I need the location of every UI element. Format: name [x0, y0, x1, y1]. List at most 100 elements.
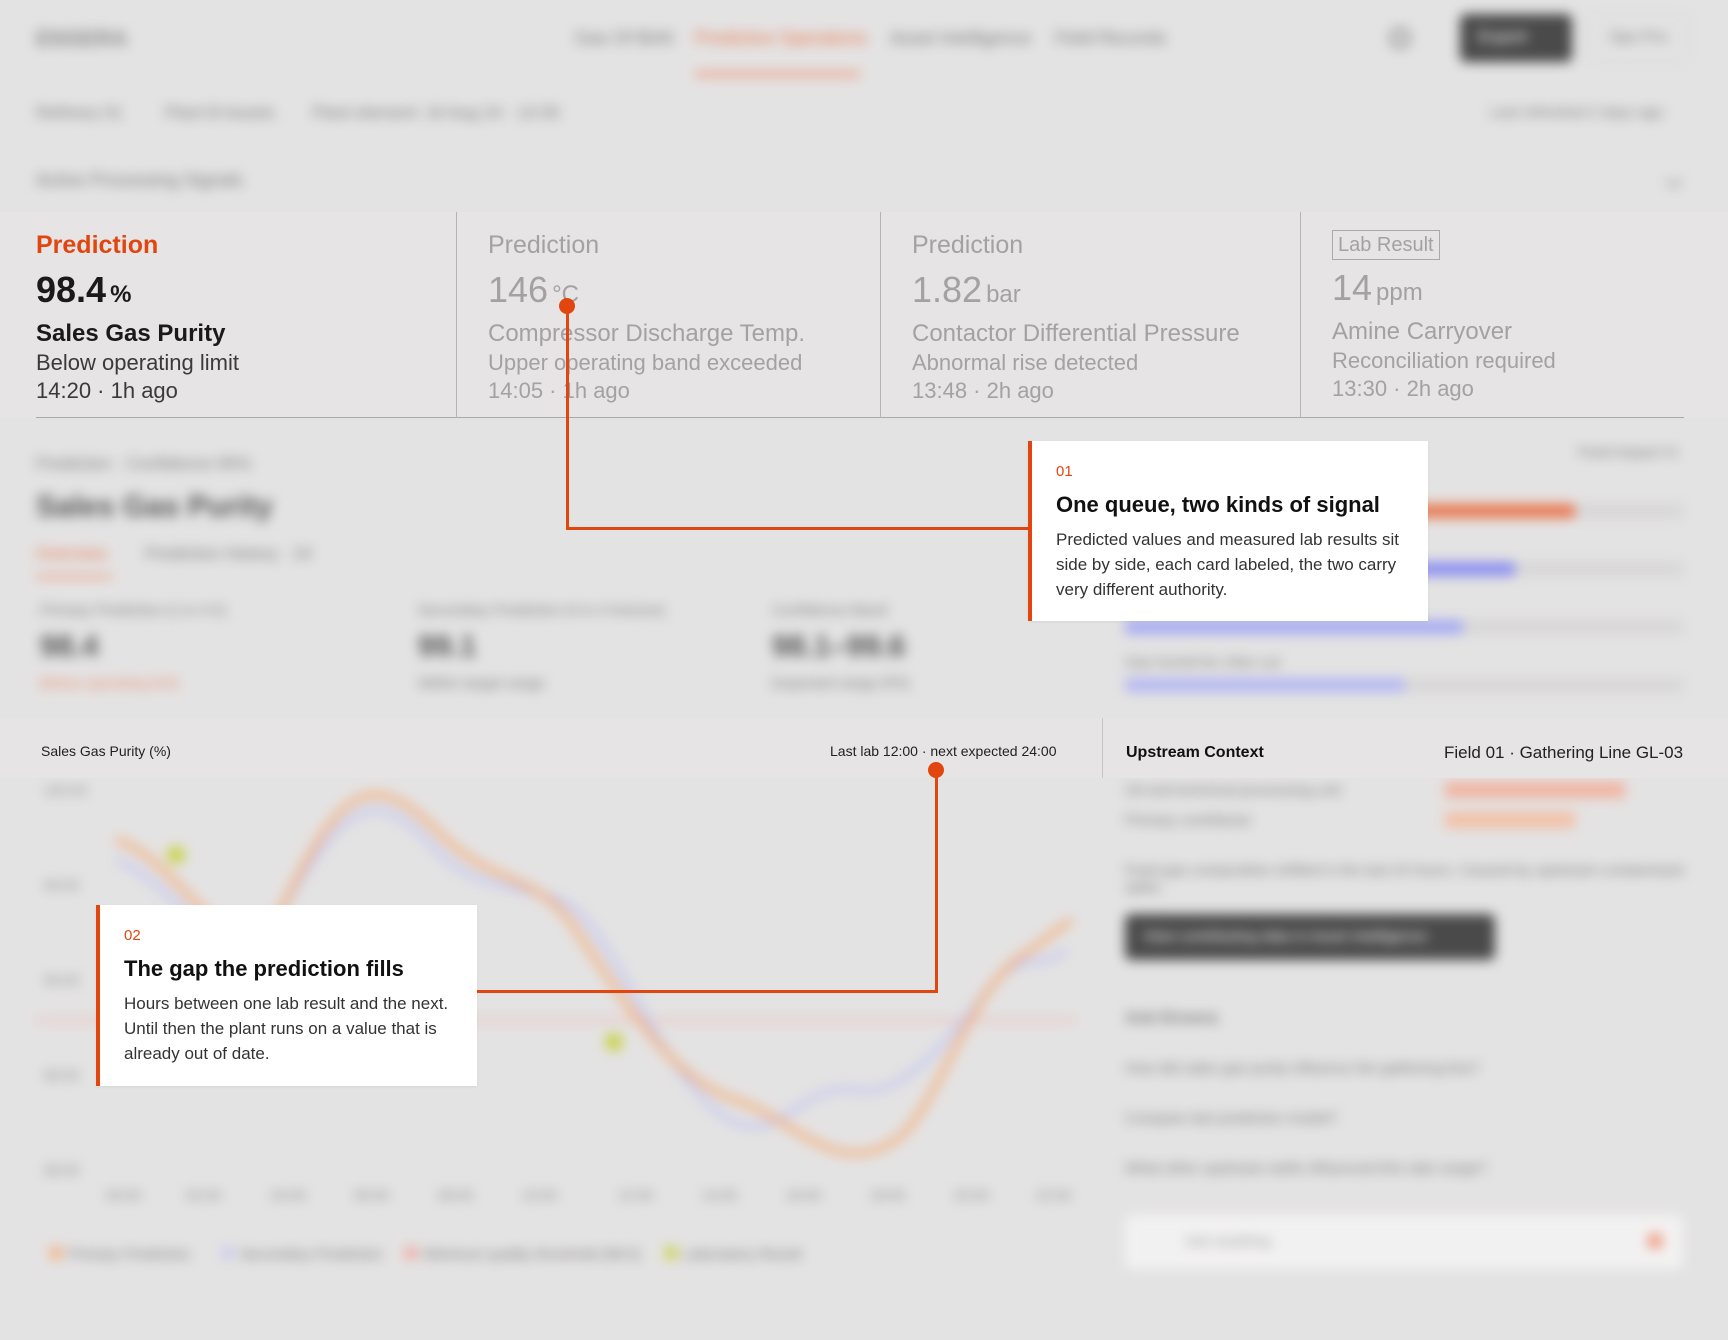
metric-primary-note: Below operating limit	[40, 675, 179, 692]
impact-bar-3	[1125, 620, 1463, 634]
y-tick-3: 99.00	[44, 972, 79, 988]
kpi-card-time: 13:48 · 2h ago	[912, 378, 1054, 403]
y-tick-2: 99.50	[44, 877, 79, 893]
upstream-description: Feed gas composition shifted in the last…	[1125, 862, 1684, 896]
nav-item-predictive[interactable]: Predictive Operations	[695, 28, 867, 49]
x-tick-6: 10:00	[522, 1187, 557, 1203]
upstream-row-2: Primary contributor	[1125, 812, 1252, 829]
question-2[interactable]: Compare last prediction model?	[1125, 1110, 1337, 1127]
export-button-label: Export	[1478, 27, 1528, 46]
kpi-card-sales-gas[interactable]: Prediction 98.4% Sales Gas Purity Below …	[36, 212, 436, 418]
upstream-source: Field 01 · Gathering Line GL-03	[1444, 743, 1684, 762]
ask-input[interactable]: Ask anything	[1125, 1215, 1683, 1269]
asset-intelligence-button-label: View contributing data in Asset Intellig…	[1143, 928, 1428, 945]
kpi-card-time: 13:30 · 2h ago	[1332, 376, 1474, 401]
legend-threshold-label: Minimum quality threshold (98.5)	[423, 1246, 641, 1263]
legend-primary: Primary Prediction	[50, 1246, 191, 1263]
kpi-card-value-row: 1.82 bar	[912, 268, 1292, 317]
kpi-card-amine[interactable]: Lab Result 14 ppm Amine Carryover Reconci…	[1332, 212, 1682, 418]
kpi-card-contactor[interactable]: Prediction 1.82 bar Contactor Differentia…	[912, 212, 1292, 418]
legend-primary-label: Primary Prediction	[68, 1246, 191, 1263]
metric-primary-label: Primary Prediction (1 in 4 h)	[40, 602, 226, 619]
settings-icon[interactable]	[1390, 28, 1410, 48]
callout-title: The gap the prediction fills	[124, 956, 404, 981]
export-button[interactable]: Export	[1460, 14, 1572, 62]
y-tick-1: 100.00	[44, 782, 87, 798]
x-tick-1: 00:00	[106, 1187, 141, 1203]
kpi-card-label: Prediction	[36, 231, 159, 259]
upstream-row-1: Oil and technical processing unit	[1125, 782, 1341, 799]
callout-title: One queue, two kinds of signal	[1056, 492, 1380, 517]
kpi-card-value: 98.4	[36, 269, 107, 310]
metric-secondary-value: 99.1	[418, 630, 477, 663]
kpi-card-name: Sales Gas Purity	[36, 320, 226, 347]
chevron-down-icon[interactable]	[1665, 171, 1683, 189]
callout-body: Predicted values and measured lab result…	[1056, 530, 1400, 599]
callout-2-connector-horizontal	[476, 990, 938, 993]
callout-number: 02	[124, 927, 141, 944]
last-refreshed: Last refreshed 2 days ago	[1490, 104, 1664, 121]
kpi-card-value: 1.82	[912, 269, 983, 310]
kpi-card-unit: %	[110, 281, 132, 308]
breadcrumb-item-2[interactable]: Plant B Assets	[165, 103, 275, 123]
kpi-card-time: 14:05 · 1h ago	[488, 378, 630, 403]
upstream-value-a	[1445, 782, 1625, 798]
lab-result-badge: Lab Result	[1332, 230, 1440, 260]
callout-2-anchor-dot	[928, 762, 944, 778]
lab-point-1	[167, 846, 185, 864]
user-menu[interactable]: Ops Pro	[1588, 14, 1688, 62]
questions-title: Ask Ensera	[1125, 1008, 1218, 1027]
callout-prediction-gap: 02 The gap the prediction fills Hours be…	[96, 905, 477, 1086]
lab-point-2	[605, 1033, 623, 1051]
question-1[interactable]: How did sales gas purity influence the g…	[1125, 1060, 1479, 1077]
breadcrumb-item-3: Plant element: 16 Aug 24 · 13:35	[312, 103, 560, 122]
kpi-card-compressor[interactable]: Prediction 146 °C Compressor Discharge Te…	[488, 212, 868, 418]
callout-1-connector-vertical	[566, 304, 569, 530]
kpi-card-status: Upper operating band exceeded	[488, 350, 803, 375]
question-3[interactable]: What other upstream wells influenced thi…	[1125, 1160, 1487, 1177]
x-tick-12: 22:00	[1036, 1187, 1071, 1203]
nav-item-asset[interactable]: Asset Intelligence	[890, 28, 1031, 49]
panel-divider	[1102, 718, 1103, 778]
detail-breadcrumb: Prediction · Confidence 95%	[36, 454, 252, 473]
legend-lab: Laboratory Result	[665, 1246, 801, 1263]
kpi-card-label: Prediction	[912, 231, 1024, 259]
bars-label: Gas humid for chlor cut	[1125, 654, 1281, 671]
legend-lab-label: Laboratory Result	[683, 1246, 802, 1263]
callout-one-queue: 01 One queue, two kinds of signal Predic…	[1028, 441, 1428, 621]
tab-overview[interactable]: Overview	[36, 544, 107, 564]
metric-primary-value: 98.4	[40, 630, 99, 663]
kpi-card-unit: bar	[986, 281, 1021, 308]
nav-active-underline	[695, 72, 860, 76]
nav-item-gas[interactable]: Gas Of Birth	[575, 28, 674, 49]
kpi-card-status: Abnormal rise detected	[912, 350, 1139, 375]
kpi-card-value-row: 146 °C	[488, 268, 868, 317]
kpi-card-value: 146	[488, 269, 549, 310]
x-tick-10: 18:00	[870, 1187, 905, 1203]
detail-title: Sales Gas Purity	[36, 490, 273, 523]
nav-item-field[interactable]: Field Records	[1055, 28, 1166, 49]
x-tick-2: 02:00	[186, 1187, 221, 1203]
app-logo: ENSERA	[36, 26, 128, 51]
kpi-divider-1	[456, 212, 457, 418]
asset-intelligence-button[interactable]: View contributing data in Asset Intellig…	[1125, 914, 1495, 960]
callout-body: Hours between one lab result and the nex…	[124, 994, 449, 1063]
kpi-divider-2	[880, 212, 881, 418]
kpi-card-label: Prediction	[488, 231, 600, 259]
metric-band-value: 98.1–99.6	[772, 630, 906, 663]
legend-secondary-label: Secondary Prediction	[240, 1246, 383, 1263]
x-tick-5: 08:00	[438, 1187, 473, 1203]
x-tick-4: 06:00	[354, 1187, 389, 1203]
breadcrumb-item-1[interactable]: Refinery 01	[36, 103, 123, 123]
metric-secondary-note: Within target range	[418, 675, 545, 692]
kpi-card-time: 14:20 · 1h ago	[36, 378, 178, 403]
queue-heading: Active Processing Signals	[36, 170, 244, 190]
callout-1-connector-horizontal	[566, 527, 1030, 530]
send-icon[interactable]	[1647, 1233, 1663, 1249]
x-tick-8: 14:00	[702, 1187, 737, 1203]
x-tick-3: 04:00	[271, 1187, 306, 1203]
metric-band-note: Expected range (P5)	[772, 675, 910, 692]
tab-history[interactable]: Prediction History · 24	[145, 544, 312, 564]
bars-title: Feed impact %	[1578, 444, 1679, 461]
legend-secondary: Secondary Prediction	[222, 1246, 383, 1263]
